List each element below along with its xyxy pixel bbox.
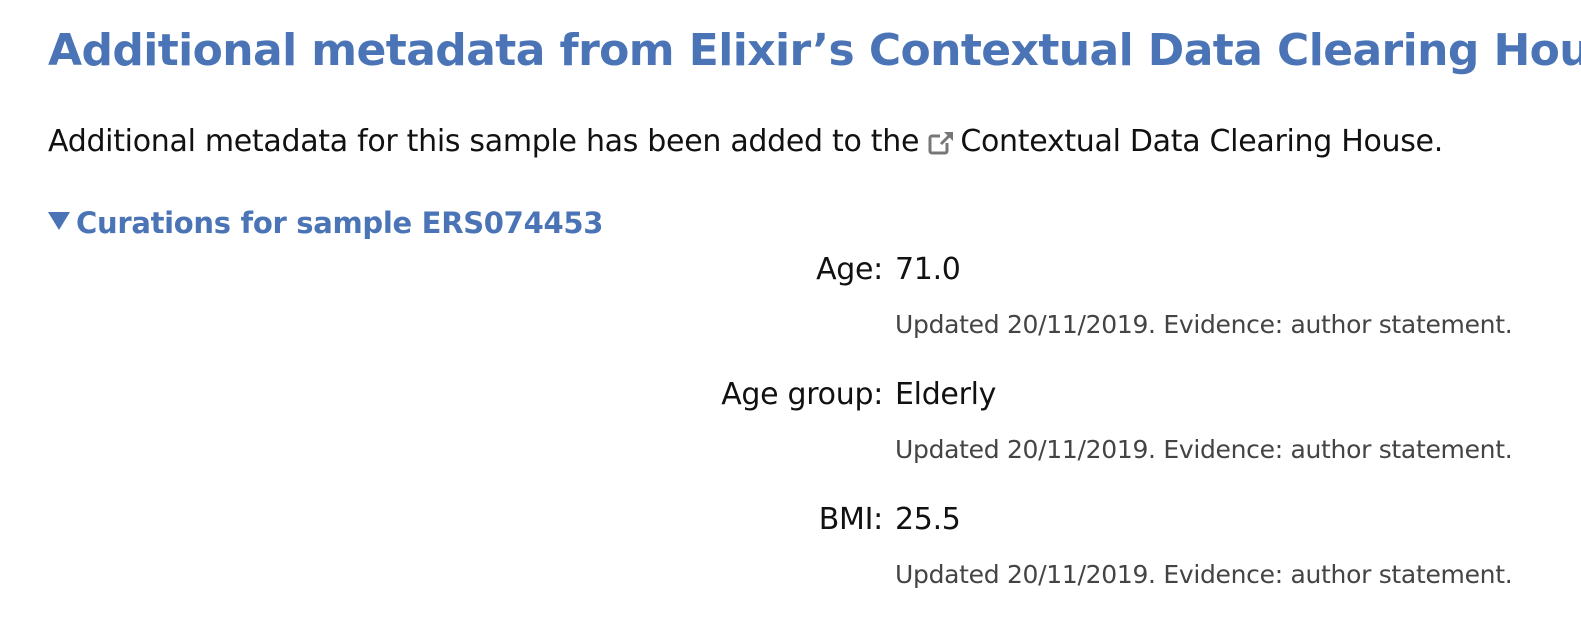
curation-value: 25.5 <box>895 502 961 537</box>
curation-row-age: Age: 71.0 Updated 20/11/2019. Evidence: … <box>48 250 1541 375</box>
curation-label: BMI: <box>818 502 884 537</box>
curation-value: 71.0 <box>895 252 961 287</box>
curations-toggle-label: Curations for sample ERS074453 <box>76 206 604 240</box>
curation-value: Elderly <box>895 377 997 412</box>
curation-list: Age: 71.0 Updated 20/11/2019. Evidence: … <box>48 250 1541 625</box>
section-heading: Additional metadata from Elixir’s Contex… <box>48 25 1581 76</box>
curation-label: Age group: <box>721 377 883 412</box>
curation-meta: Updated 20/11/2019. Evidence: author sta… <box>895 560 1513 589</box>
curation-label: Age: <box>816 252 883 287</box>
intro-text-after: . <box>1433 124 1444 159</box>
curation-row-bmi: BMI: 25.5 Updated 20/11/2019. Evidence: … <box>48 500 1541 625</box>
curations-toggle[interactable]: Curations for sample ERS074453 <box>48 204 603 242</box>
curation-row-age-group: Age group: Elderly Updated 20/11/2019. E… <box>48 375 1541 500</box>
intro-text-before: Additional metadata for this sample has … <box>48 124 920 159</box>
curation-meta: Updated 20/11/2019. Evidence: author sta… <box>895 435 1513 464</box>
curation-meta: Updated 20/11/2019. Evidence: author sta… <box>895 310 1513 339</box>
clearing-house-link-text: Contextual Data Clearing House <box>960 124 1434 159</box>
caret-down-icon <box>48 212 70 230</box>
intro-paragraph: Additional metadata for this sample has … <box>48 122 1443 162</box>
clearing-house-link[interactable]: Contextual Data Clearing House <box>928 124 1434 159</box>
external-link-icon <box>928 131 955 155</box>
